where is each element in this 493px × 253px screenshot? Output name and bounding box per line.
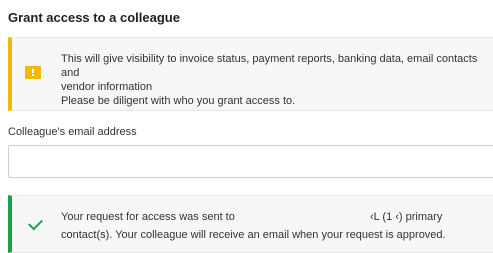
success-line-1-recipient: ‹L (1 ‹) primary <box>370 211 443 223</box>
checkmark-icon <box>28 215 43 231</box>
warning-icon <box>25 66 41 79</box>
success-line-2: contact(s). Your colleague will receive … <box>61 229 446 241</box>
warning-text: This will give visibility to invoice sta… <box>61 52 491 108</box>
warning-line-3: Please be diligent with who you grant ac… <box>61 95 296 107</box>
warning-line-1: This will give visibility to invoice sta… <box>61 53 478 79</box>
email-field[interactable] <box>8 145 493 178</box>
success-banner: Your request for access was sent to ‹L (… <box>8 195 493 253</box>
success-line-1: Your request for access was sent to <box>61 211 235 223</box>
warning-banner: This will give visibility to invoice sta… <box>8 37 493 111</box>
email-field-label: Colleague's email address <box>8 126 137 138</box>
page-title: Grant access to a colleague <box>8 10 180 25</box>
warning-line-2: vendor information <box>61 81 153 93</box>
